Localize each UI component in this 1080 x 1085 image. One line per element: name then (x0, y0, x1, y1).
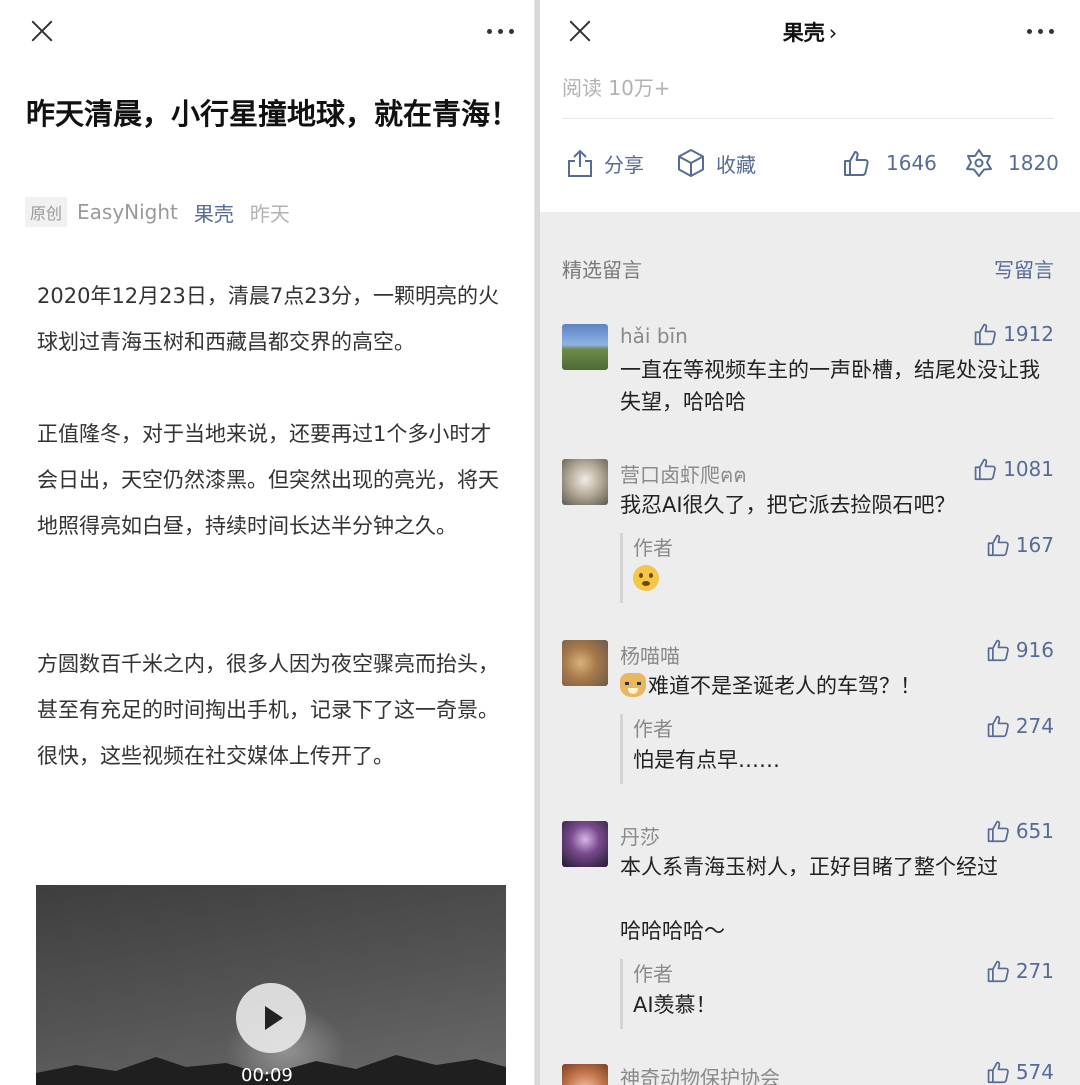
video-duration: 00:09 (241, 1065, 293, 1085)
reply-like-count: 271 (1015, 959, 1054, 983)
close-icon[interactable] (27, 16, 57, 46)
author-name: EasyNight (77, 200, 178, 224)
avatar[interactable] (562, 459, 608, 505)
avatar[interactable] (562, 324, 608, 370)
reply-like-button[interactable]: 274 (986, 714, 1054, 738)
author-reply: 作者 271 AI羡慕！ (620, 959, 1054, 1029)
reply-like-button[interactable]: 167 (986, 533, 1054, 557)
author-reply: 作者 167 (620, 533, 1054, 603)
comments-header: 精选留言 写留言 (562, 254, 1054, 283)
comment-like-button[interactable]: 916 (986, 638, 1054, 662)
article-paragraph: 2020年12月23日，清晨7点23分，一颗明亮的火球划过青海玉树和西藏昌都交界… (37, 284, 499, 354)
thumbs-up-icon (974, 323, 996, 346)
more-icon[interactable] (1027, 29, 1055, 35)
flushed-emoji-icon (633, 565, 659, 591)
action-bar: 分享 收藏 1646 1820 (540, 140, 1080, 186)
article-panel: 昨天清晨，小行星撞地球，就在青海！ 原创 EasyNight 果壳 昨天 202… (0, 0, 535, 1085)
favorite-button[interactable]: 收藏 (676, 140, 756, 186)
commenter-name: 神奇动物保护协会 (620, 1066, 780, 1085)
comment-text: 一直在等视频车主的一声卧槽，结尾处没让我失望，哈哈哈 (620, 358, 1040, 414)
comment-like-button[interactable]: 1081 (973, 457, 1054, 481)
divider (562, 118, 1054, 119)
commenter-name: 丹莎 (620, 825, 660, 849)
thumbs-up-icon (987, 639, 1009, 662)
commenter-name: 营口卤虾爬ฅฅ (620, 463, 747, 487)
comment-like-button[interactable]: 574 (986, 1060, 1054, 1084)
doge-emoji-icon (620, 673, 646, 697)
comment-text: 我忍AI很久了，把它派去捡陨石吧？ (620, 493, 956, 517)
reply-text: AI羡慕！ (633, 993, 717, 1017)
original-badge: 原创 (25, 197, 68, 227)
thumbs-up-icon (987, 960, 1009, 983)
article-paragraph: 正值隆冬，对于当地来说，还要再过1个多小时才会日出，天空仍然漆黑。但突然出现的亮… (37, 422, 499, 538)
avatar[interactable] (562, 640, 608, 686)
comment-text: 本人系青海玉树人，正好目睹了整个经过 (620, 855, 998, 879)
like-count: 1646 (886, 151, 937, 175)
author-reply: 作者 274 怕是有点早…… (620, 714, 1054, 784)
avatar[interactable] (562, 1064, 608, 1085)
comment-like-count: 1081 (1003, 457, 1054, 481)
article-title: 昨天清晨，小行星撞地球，就在青海！ (26, 97, 520, 131)
account-title[interactable]: 果壳 › (540, 17, 1080, 47)
reply-like-button[interactable]: 271 (986, 959, 1054, 983)
thumbs-up-icon (987, 534, 1009, 557)
comment-like-count: 1912 (1003, 322, 1054, 346)
reply-text: 怕是有点早…… (633, 748, 780, 772)
comments-panel: 果壳 › 阅读 10万+ 分享 收藏 1646 1820 精选留言 写留言 hǎ… (540, 0, 1080, 1085)
comment-text: 哈哈哈哈～ (620, 919, 725, 943)
comment-like-button[interactable]: 1912 (973, 322, 1054, 346)
share-button[interactable]: 分享 (566, 140, 644, 186)
cube-icon (678, 149, 704, 177)
chevron-right-icon: › (828, 21, 838, 45)
comment-like-count: 916 (1015, 638, 1054, 662)
thumbs-up-icon (987, 715, 1009, 738)
wow-count: 1820 (1008, 151, 1059, 175)
play-button[interactable] (236, 983, 306, 1053)
article-paragraph: 方圆数百千米之内，很多人因为夜空骤亮而抬头，甚至有充足的时间掏出手机，记录下了这… (37, 652, 499, 768)
reply-like-count: 274 (1015, 714, 1054, 738)
comment-like-count: 651 (1015, 819, 1054, 843)
commenter-name: hǎi bīn (620, 324, 688, 348)
thumbs-up-icon (987, 820, 1009, 843)
comment-like-count: 574 (1015, 1060, 1054, 1084)
account-name: 果壳 (782, 21, 825, 45)
favorite-label: 收藏 (716, 152, 756, 177)
share-label: 分享 (604, 152, 644, 177)
comments-section: 精选留言 写留言 hǎi bīn 1912 一直在等视频车主的一声卧槽，结尾处没… (540, 212, 1080, 1085)
article-meta: 原创 EasyNight 果壳 昨天 (25, 197, 290, 227)
wow-button[interactable]: 1820 (964, 140, 1059, 186)
like-button[interactable]: 1646 (842, 140, 937, 186)
article-topbar (0, 0, 534, 64)
thumbs-up-icon (974, 458, 996, 481)
comment-like-button[interactable]: 651 (986, 819, 1054, 843)
account-link[interactable]: 果壳 (194, 198, 234, 227)
reply-like-count: 167 (1015, 533, 1054, 557)
thumbs-up-icon (987, 1061, 1009, 1084)
comments-title: 精选留言 (562, 258, 642, 282)
read-count: 阅读 10万+ (562, 76, 671, 100)
write-comment-button[interactable]: 写留言 (994, 254, 1054, 283)
comment-text: 难道不是圣诞老人的车驾？！ (620, 670, 1060, 702)
publish-date: 昨天 (249, 201, 290, 226)
star-outline-icon (966, 149, 992, 177)
avatar[interactable] (562, 821, 608, 867)
commenter-name: 杨喵喵 (620, 644, 680, 668)
share-icon (568, 149, 592, 177)
more-icon[interactable] (487, 29, 515, 35)
video-player[interactable]: 00:09 (36, 885, 506, 1085)
comments-topbar: 果壳 › (540, 0, 1080, 64)
thumbs-up-icon (844, 151, 869, 176)
